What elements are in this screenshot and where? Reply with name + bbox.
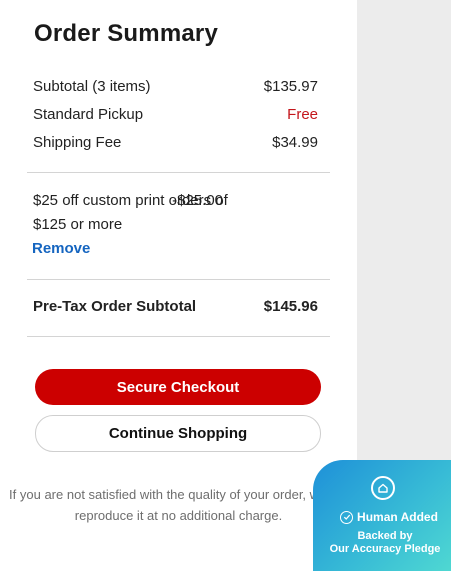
pretax-value: $145.96	[263, 298, 318, 315]
satisfaction-guarantee-text: If you are not satisfied with the qualit…	[9, 487, 348, 523]
accuracy-pledge-badge[interactable]: Human Added Backed by Our Accuracy Pledg…	[313, 460, 451, 571]
badge-subtitle-line1: Backed by	[357, 530, 413, 542]
order-summary-title: Order Summary	[34, 20, 219, 47]
divider	[27, 336, 330, 337]
promo-amount: -$25.00	[172, 192, 223, 209]
secure-checkout-button[interactable]: Secure Checkout	[35, 369, 321, 405]
subtotal-value: $135.97	[263, 78, 318, 95]
badge-subtitle-line2: Our Accuracy Pledge	[329, 543, 441, 555]
house-shield-icon	[371, 476, 395, 500]
shipping-value: $34.99	[272, 134, 318, 151]
subtotal-label: Subtotal (3 items)	[33, 78, 151, 95]
order-summary-panel: Order Summary Subtotal (3 items) $135.97…	[0, 0, 357, 571]
pickup-row: Standard Pickup Free	[33, 106, 318, 123]
badge-subtitle: Backed by Our Accuracy Pledge	[319, 530, 451, 556]
check-circle-icon	[340, 510, 354, 524]
pretax-label: Pre-Tax Order Subtotal	[33, 298, 197, 315]
badge-title: Human Added	[357, 510, 438, 524]
continue-shopping-button[interactable]: Continue Shopping	[35, 415, 321, 452]
subtotal-row: Subtotal (3 items) $135.97	[33, 78, 318, 95]
remove-promo-link[interactable]: Remove	[32, 240, 90, 257]
divider	[27, 172, 330, 173]
divider	[27, 279, 330, 280]
shipping-label: Shipping Fee	[33, 134, 122, 151]
badge-main-row: Human Added	[327, 510, 451, 524]
shipping-row: Shipping Fee $34.99	[33, 134, 318, 151]
pickup-label: Standard Pickup	[33, 106, 144, 123]
pickup-value: Free	[287, 106, 318, 123]
pretax-row: Pre-Tax Order Subtotal $145.96	[33, 298, 318, 315]
